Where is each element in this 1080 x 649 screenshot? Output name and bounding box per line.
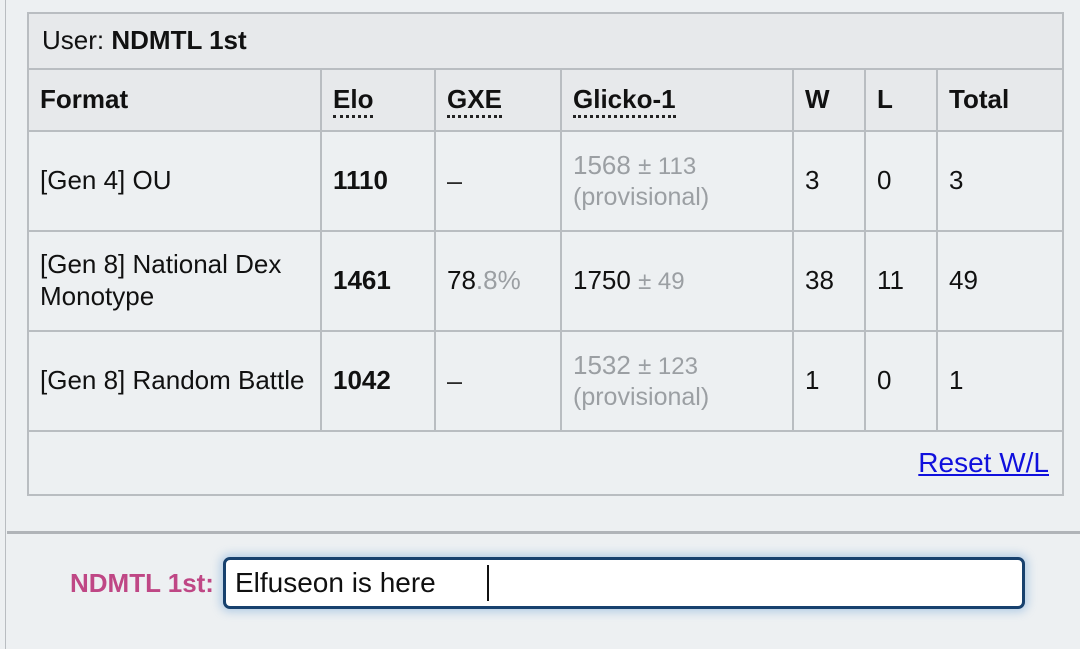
cell-glicko-deviation: ± 113: [638, 153, 697, 181]
table-row: [Gen 4] OU 1110 – 1568 ± 113 (provisional…: [29, 132, 1062, 232]
cell-glicko-deviation: ± 49: [638, 268, 685, 296]
table-body: [Gen 4] OU 1110 – 1568 ± 113 (provisional…: [29, 132, 1062, 494]
header-total: Total: [938, 70, 1062, 132]
cell-gxe-fraction: .8%: [475, 265, 521, 296]
reset-cell: Reset W/L: [29, 432, 1062, 494]
cell-total: 3: [938, 132, 1062, 232]
cell-gxe-value: 78: [447, 265, 476, 296]
header-w: W: [794, 70, 866, 132]
cell-wins: 1: [794, 332, 866, 432]
header-format: Format: [29, 70, 322, 132]
cell-elo: 1461: [322, 232, 436, 332]
text-caret: [486, 565, 489, 601]
cell-losses: 0: [866, 132, 938, 232]
header-gxe[interactable]: GXE: [436, 70, 562, 132]
chat-username-label: NDMTL 1st:: [70, 567, 214, 598]
cell-glicko-provisional: (provisional): [573, 182, 710, 211]
cell-total: 49: [938, 232, 1062, 332]
cell-wins: 38: [794, 232, 866, 332]
table-head: User: NDMTL 1st Format Elo GXE Glicko-1 …: [29, 14, 1062, 132]
cell-glicko: 1532 ± 123 (provisional): [562, 332, 794, 432]
cell-gxe-value: –: [447, 365, 463, 396]
ladder-ratings-table: User: NDMTL 1st Format Elo GXE Glicko-1 …: [27, 12, 1064, 496]
column-header-row: Format Elo GXE Glicko-1 W L Total: [29, 70, 1062, 132]
user-header-cell: User: NDMTL 1st: [29, 14, 1062, 70]
cell-gxe-value: –: [447, 165, 463, 196]
header-gxe-label: GXE: [447, 84, 502, 119]
cell-losses: 11: [866, 232, 938, 332]
cell-gxe: –: [436, 332, 562, 432]
header-elo[interactable]: Elo: [322, 70, 436, 132]
chat-message-input[interactable]: [222, 557, 1025, 609]
cell-glicko-value: 1532: [573, 350, 631, 381]
reset-row: Reset W/L: [29, 432, 1062, 494]
cell-gxe: 78.8%: [436, 232, 562, 332]
left-edge-rail: [0, 0, 6, 649]
chat-row: NDMTL 1st:: [70, 557, 1025, 609]
cell-format: [Gen 8] Random Battle: [29, 332, 322, 432]
cell-glicko-deviation: ± 123: [638, 353, 698, 381]
chat-input-bar: NDMTL 1st:: [7, 537, 1080, 649]
ladder-ratings-panel: User: NDMTL 1st Format Elo GXE Glicko-1 …: [7, 0, 1080, 534]
user-label: User:: [42, 25, 105, 56]
cell-elo: 1110: [322, 132, 436, 232]
cell-wins: 3: [794, 132, 866, 232]
table-row: [Gen 8] National Dex Monotype 1461 78.8%…: [29, 232, 1062, 332]
cell-glicko-provisional: (provisional): [573, 382, 710, 411]
username-value: NDMTL 1st: [111, 25, 247, 56]
cell-glicko: 1568 ± 113 (provisional): [562, 132, 794, 232]
cell-format: [Gen 8] National Dex Monotype: [29, 232, 322, 332]
header-elo-label: Elo: [333, 84, 374, 119]
header-l: L: [866, 70, 938, 132]
header-glicko-label: Glicko-1: [573, 84, 676, 119]
header-l-label: L: [877, 84, 893, 115]
cell-glicko-value: 1750: [573, 265, 631, 296]
cell-elo: 1042: [322, 332, 436, 432]
cell-gxe: –: [436, 132, 562, 232]
table-row: [Gen 8] Random Battle 1042 – 1532 ± 123(…: [29, 332, 1062, 432]
header-glicko[interactable]: Glicko-1: [562, 70, 794, 132]
reset-wl-link[interactable]: Reset W/L: [918, 447, 1049, 478]
cell-format: [Gen 4] OU: [29, 132, 322, 232]
header-format-label: Format: [40, 84, 129, 115]
header-total-label: Total: [949, 84, 1010, 115]
cell-total: 1: [938, 332, 1062, 432]
header-w-label: W: [805, 84, 830, 115]
cell-glicko-value: 1568: [573, 150, 631, 181]
cell-losses: 0: [866, 332, 938, 432]
chat-input-wrapper: [222, 557, 1025, 609]
user-header-row: User: NDMTL 1st: [29, 14, 1062, 70]
cell-glicko: 1750 ± 49: [562, 232, 794, 332]
